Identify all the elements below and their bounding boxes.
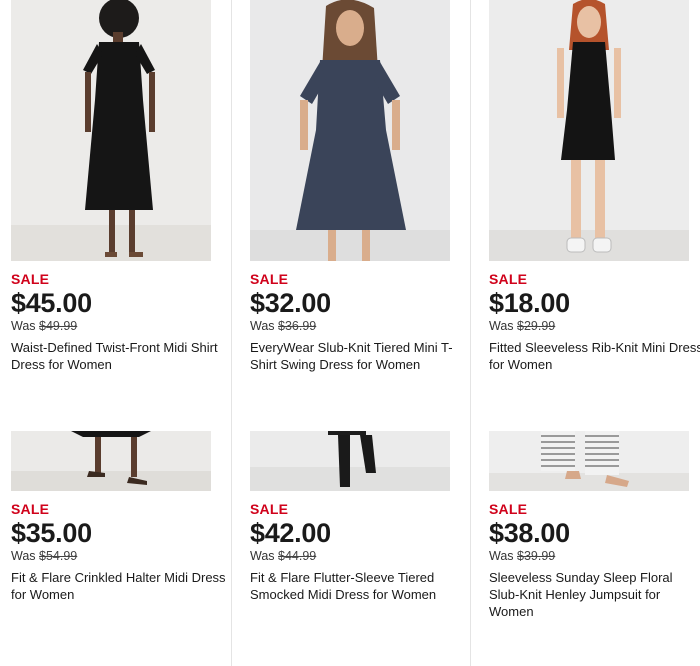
product-image[interactable] <box>489 0 689 261</box>
column-divider <box>231 0 232 666</box>
product-grid: SALE $45.00 Was $49.99 Waist-Defined Twi… <box>0 0 700 666</box>
product-name[interactable]: Waist-Defined Twist-Front Midi Shirt Dre… <box>11 339 226 373</box>
was-label: Was <box>250 319 275 333</box>
was-label: Was <box>11 319 36 333</box>
was-label: Was <box>489 319 514 333</box>
product-card[interactable]: SALE $45.00 Was $49.99 Waist-Defined Twi… <box>11 0 226 373</box>
original-price: Was $39.99 <box>489 549 700 564</box>
product-card[interactable]: SALE $32.00 Was $36.99 EveryWear Slub-Kn… <box>250 0 465 373</box>
sale-price: $35.00 <box>11 518 92 548</box>
was-price: $49.99 <box>39 319 78 333</box>
was-price: $44.99 <box>278 549 317 563</box>
original-price: Was $54.99 <box>11 549 226 564</box>
product-image[interactable] <box>11 431 211 491</box>
original-price: Was $49.99 <box>11 319 226 334</box>
sale-price: $45.00 <box>11 288 92 318</box>
sale-label: SALE <box>250 271 289 287</box>
product-name[interactable]: EveryWear Slub-Knit Tiered Mini T-Shirt … <box>250 339 465 373</box>
sale-price: $32.00 <box>250 288 331 318</box>
sale-label: SALE <box>489 271 528 287</box>
product-name[interactable]: Sleeveless Sunday Sleep Floral Slub-Knit… <box>489 569 700 620</box>
product-name[interactable]: Fit & Flare Crinkled Halter Midi Dress f… <box>11 569 226 603</box>
column-divider <box>470 0 471 666</box>
product-name[interactable]: Fitted Sleeveless Rib-Knit Mini Dress fo… <box>489 339 700 373</box>
sale-price: $38.00 <box>489 518 570 548</box>
product-name[interactable]: Fit & Flare Flutter-Sleeve Tiered Smocke… <box>250 569 465 603</box>
was-price: $39.99 <box>517 549 556 563</box>
product-card[interactable]: SALE $18.00 Was $29.99 Fitted Sleeveless… <box>489 0 700 373</box>
product-image[interactable] <box>250 0 450 261</box>
original-price: Was $29.99 <box>489 319 700 334</box>
product-card[interactable]: SALE $35.00 Was $54.99 Fit & Flare Crink… <box>11 431 226 603</box>
product-card[interactable]: SALE $38.00 Was $39.99 Sleeveless Sunday… <box>489 431 700 620</box>
original-price: Was $36.99 <box>250 319 465 334</box>
sale-label: SALE <box>489 501 528 517</box>
product-image[interactable] <box>11 0 211 261</box>
sale-label: SALE <box>250 501 289 517</box>
sale-price: $42.00 <box>250 518 331 548</box>
product-card[interactable]: SALE $42.00 Was $44.99 Fit & Flare Flutt… <box>250 431 465 603</box>
original-price: Was $44.99 <box>250 549 465 564</box>
was-label: Was <box>250 549 275 563</box>
sale-label: SALE <box>11 271 50 287</box>
sale-price: $18.00 <box>489 288 570 318</box>
product-image[interactable] <box>250 431 450 491</box>
was-price: $36.99 <box>278 319 317 333</box>
was-price: $54.99 <box>39 549 78 563</box>
was-label: Was <box>489 549 514 563</box>
was-price: $29.99 <box>517 319 556 333</box>
was-label: Was <box>11 549 36 563</box>
product-image[interactable] <box>489 431 689 491</box>
sale-label: SALE <box>11 501 50 517</box>
